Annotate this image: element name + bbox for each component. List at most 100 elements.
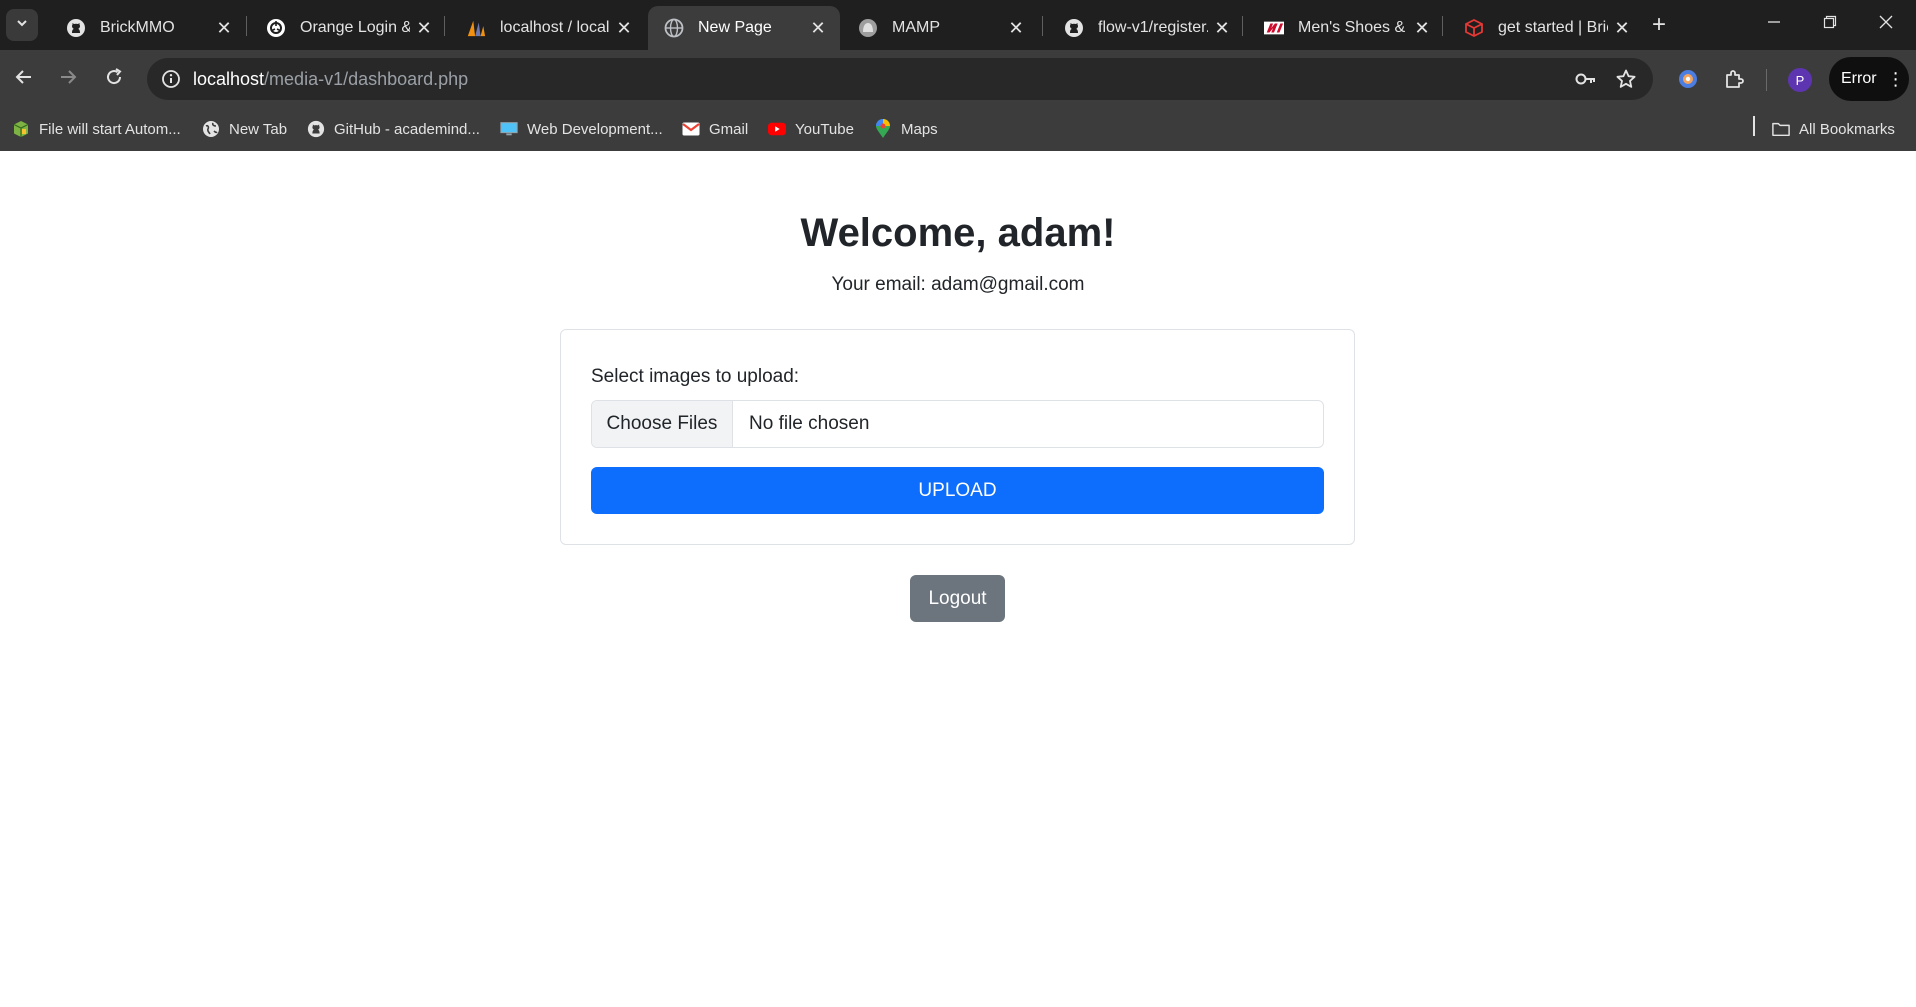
- bookmark-label: Gmail: [709, 120, 749, 138]
- restore-icon: [1823, 15, 1837, 34]
- tab-separator: [1242, 16, 1243, 36]
- page-title: Welcome, adam!: [800, 211, 1116, 255]
- url-text: localhost/media-v1/dashboard.php: [193, 69, 468, 90]
- tab-brickmmo[interactable]: BrickMMO ✕: [50, 6, 246, 50]
- logout-button[interactable]: Logout: [910, 575, 1005, 622]
- openai-icon: [266, 18, 286, 38]
- tab-flow-register[interactable]: flow-v1/register. ✕: [1048, 6, 1244, 50]
- url-path: /media-v1/dashboard.php: [264, 68, 469, 89]
- browser-toolbar: localhost/media-v1/dashboard.php P Error…: [0, 50, 1916, 108]
- close-icon[interactable]: ✕: [1208, 14, 1236, 42]
- maps-icon: [874, 119, 892, 138]
- extension-icon[interactable]: [1670, 61, 1706, 97]
- error-button[interactable]: Error ⋮: [1829, 57, 1909, 101]
- plus-icon: +: [1651, 11, 1666, 38]
- chevron-down-icon: [15, 16, 29, 35]
- all-bookmarks-button[interactable]: All Bookmarks: [1772, 114, 1895, 144]
- tab-new-page[interactable]: New Page ✕: [648, 6, 840, 50]
- upload-label: Select images to upload:: [591, 366, 800, 387]
- all-bookmarks-label: All Bookmarks: [1799, 120, 1895, 138]
- choose-files-button[interactable]: Choose Files: [592, 401, 733, 447]
- tab-separator: [1042, 16, 1043, 36]
- toolbar-divider: [1766, 69, 1767, 91]
- bookmarks-divider: [1753, 116, 1755, 136]
- back-button[interactable]: [6, 61, 42, 97]
- tab-title: BrickMMO: [100, 19, 175, 36]
- star-icon[interactable]: [1609, 62, 1643, 96]
- tab-mamp[interactable]: MAMP ✕: [842, 6, 1038, 50]
- close-icon[interactable]: ✕: [610, 14, 638, 42]
- folder-icon: [1772, 120, 1790, 138]
- forward-button[interactable]: [50, 61, 86, 97]
- upload-card: Select images to upload: Choose Files No…: [560, 329, 1355, 545]
- github-icon: [66, 18, 86, 38]
- youtube-icon: [768, 120, 786, 138]
- tab-title: Men's Shoes & S: [1298, 19, 1408, 36]
- close-icon[interactable]: ✕: [1002, 14, 1030, 42]
- avatar[interactable]: P: [1788, 68, 1812, 92]
- tab-title: MAMP: [892, 19, 940, 36]
- file-input[interactable]: Choose Files No file chosen: [591, 400, 1324, 448]
- close-icon[interactable]: ✕: [210, 14, 238, 42]
- tab-phpmyadmin[interactable]: localhost / localh ✕: [450, 6, 646, 50]
- tab-title: Orange Login &: [300, 19, 410, 36]
- tab-title: localhost / localh: [500, 19, 610, 36]
- bookmark-item[interactable]: Gmail: [682, 114, 748, 144]
- bookmark-label: YouTube: [795, 120, 854, 138]
- close-icon: [1879, 15, 1893, 34]
- close-icon[interactable]: ✕: [410, 14, 438, 42]
- site-info-icon[interactable]: [151, 59, 191, 99]
- tab-title: New Page: [698, 19, 772, 36]
- bookmark-item[interactable]: Web Development...: [500, 114, 663, 144]
- bookmark-item[interactable]: GitHub - academind...: [307, 114, 480, 144]
- tab-search-button[interactable]: [6, 9, 38, 41]
- tab-title: get started | Bric: [1498, 19, 1608, 36]
- puzzle-icon[interactable]: [1716, 61, 1752, 97]
- github-icon: [307, 120, 325, 138]
- tab-get-started[interactable]: get started | Bric ✕: [1448, 6, 1644, 50]
- error-label: Error: [1841, 70, 1877, 87]
- bookmark-item[interactable]: File will start Autom...: [12, 114, 181, 144]
- close-icon[interactable]: ✕: [804, 14, 832, 42]
- upload-button[interactable]: UPLOAD: [591, 467, 1324, 514]
- cube-icon: [1464, 18, 1484, 38]
- github-icon: [1064, 18, 1084, 38]
- reload-button[interactable]: [96, 61, 132, 97]
- more-vertical-icon: ⋮: [1886, 68, 1905, 89]
- user-email: Your email: adam@gmail.com: [831, 274, 1085, 295]
- tab-separator: [1442, 16, 1443, 36]
- bookmark-label: New Tab: [229, 120, 288, 138]
- minimize-button[interactable]: [1746, 6, 1802, 42]
- tab-mens-shoes[interactable]: Men's Shoes & S ✕: [1248, 6, 1444, 50]
- restore-button[interactable]: [1802, 6, 1858, 42]
- mamp-icon: [858, 18, 878, 38]
- tab-strip: BrickMMO ✕ Orange Login & ✕ localhost / …: [0, 0, 1916, 50]
- new-tab-button[interactable]: +: [1645, 11, 1673, 39]
- bookmark-label: File will start Autom...: [39, 120, 181, 138]
- tab-title: flow-v1/register.: [1098, 19, 1208, 36]
- gmail-icon: [682, 120, 700, 138]
- bookmark-item[interactable]: Maps: [874, 114, 938, 144]
- monitor-icon: [500, 120, 518, 138]
- page-content: Welcome, adam! Your email: adam@gmail.co…: [0, 151, 1916, 1007]
- bookmark-item[interactable]: YouTube: [768, 114, 854, 144]
- bookmark-label: GitHub - academind...: [334, 120, 480, 138]
- globe-icon: [202, 120, 220, 138]
- close-window-button[interactable]: [1858, 6, 1914, 42]
- minimize-icon: [1767, 15, 1781, 34]
- password-key-icon[interactable]: [1569, 62, 1603, 96]
- globe-icon: [664, 18, 684, 38]
- bookmarks-bar: File will start Autom... New Tab GitHub …: [0, 108, 1916, 151]
- tab-separator: [444, 16, 445, 36]
- avatar-initial: P: [1795, 72, 1805, 88]
- tab-orange-login[interactable]: Orange Login & ✕: [250, 6, 446, 50]
- new-balance-icon: [1264, 18, 1284, 38]
- address-bar[interactable]: localhost/media-v1/dashboard.php: [147, 58, 1653, 100]
- close-icon[interactable]: ✕: [1608, 14, 1636, 42]
- arrow-right-icon: [58, 67, 78, 92]
- bookmark-label: Maps: [901, 120, 938, 138]
- close-icon[interactable]: ✕: [1408, 14, 1436, 42]
- bookmark-item[interactable]: New Tab: [202, 114, 287, 144]
- arrow-left-icon: [14, 67, 34, 92]
- phpmyadmin-icon: [466, 18, 486, 38]
